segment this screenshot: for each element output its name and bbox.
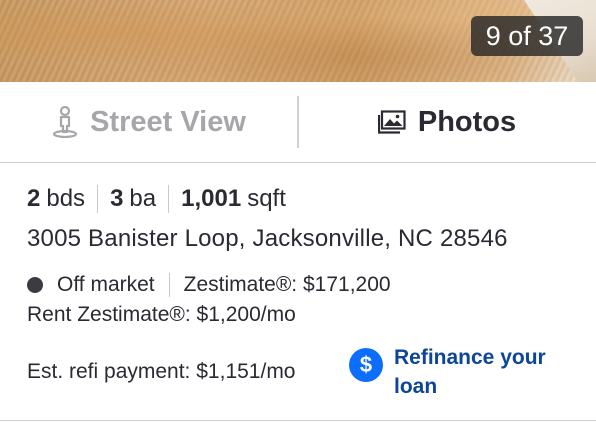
status-row: Off market Zestimate®: $171,200 bbox=[27, 270, 569, 300]
baths-unit: ba bbox=[129, 185, 157, 212]
beds-value: 2 bbox=[27, 185, 41, 212]
sqft-fact: 1,001 sqft bbox=[168, 185, 298, 213]
dollar-icon: $ bbox=[349, 348, 383, 382]
street-view-label: Street View bbox=[90, 105, 246, 138]
street-view-person-icon bbox=[52, 106, 78, 138]
refinance-link-label: Refinance your loan bbox=[394, 346, 546, 398]
refi-payment-value: $1,151/mo bbox=[196, 360, 296, 383]
home-facts: 2 bds 3 ba 1,001 sqft bbox=[27, 182, 569, 216]
beds-fact: 2 bds bbox=[27, 185, 97, 213]
listing-details: 2 bds 3 ba 1,001 sqft 3005 Banister Loop… bbox=[0, 182, 596, 401]
listing-address: 3005 Banister Loop, Jacksonville, NC 285… bbox=[27, 225, 508, 252]
street-view-button[interactable]: Street View bbox=[0, 82, 298, 162]
view-tabs: Street View Photos bbox=[0, 82, 596, 163]
refi-payment-label: Est. refi payment: bbox=[27, 360, 191, 383]
photos-label: Photos bbox=[417, 105, 517, 138]
status-dot-icon bbox=[27, 277, 43, 293]
tab-divider bbox=[297, 96, 299, 148]
refinance-link[interactable]: $ Refinance your loan bbox=[349, 343, 564, 401]
bottom-divider bbox=[0, 420, 596, 421]
photos-icon bbox=[377, 110, 406, 134]
listing-photo[interactable]: 9 of 37 bbox=[0, 0, 596, 82]
sqft-value: 1,001 bbox=[181, 185, 242, 212]
beds-unit: bds bbox=[46, 185, 86, 212]
rent-zestimate: Rent Zestimate®: $1,200/mo bbox=[27, 303, 296, 326]
photos-button[interactable]: Photos bbox=[298, 82, 596, 162]
refi-row: Est. refi payment: $1,151/mo $ Refinance… bbox=[27, 343, 569, 401]
photo-counter: 9 of 37 bbox=[471, 16, 583, 56]
baths-value: 3 bbox=[110, 185, 124, 212]
sqft-unit: sqft bbox=[247, 185, 286, 212]
baths-fact: 3 ba bbox=[97, 185, 168, 213]
zestimate-value: Zestimate®: $171,200 bbox=[183, 273, 391, 296]
status-label: Off market bbox=[57, 273, 170, 297]
refi-payment: Est. refi payment: $1,151/mo bbox=[27, 360, 349, 384]
